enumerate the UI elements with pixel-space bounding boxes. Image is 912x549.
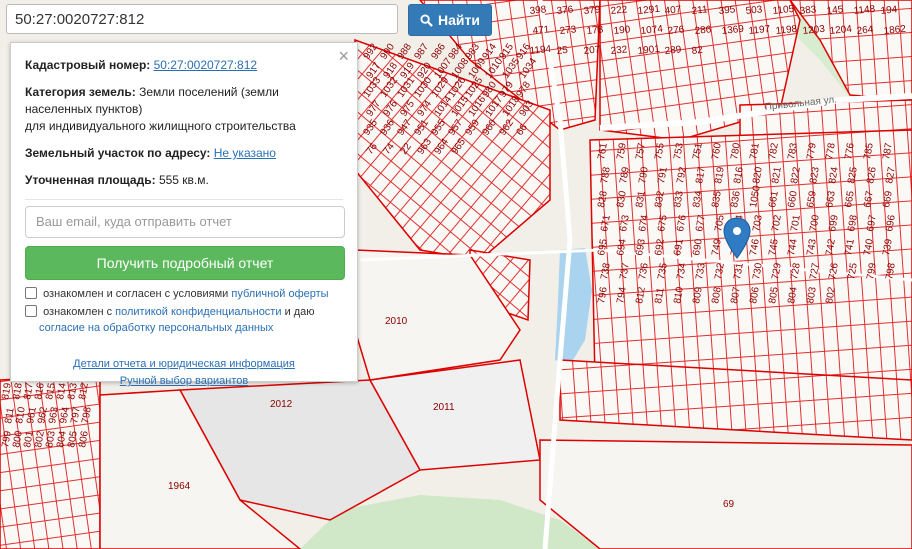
consent-privacy-mid: и даю — [284, 306, 315, 318]
plot-label: 398 — [529, 4, 547, 17]
plot-label: 286 — [694, 24, 712, 37]
plot-label: 25 — [556, 45, 569, 57]
plot-label: 273 — [559, 24, 577, 37]
plot-label: 503 — [745, 4, 763, 17]
plot-label: 395 — [718, 4, 736, 17]
plot-label: 190 — [613, 24, 631, 37]
parcel-block-bottom-left — [0, 374, 101, 549]
plot-label: 1197 — [748, 24, 771, 37]
bottom-links: Детали отчета и юридическая информация Р… — [25, 356, 343, 390]
area-label: Уточненная площадь: — [25, 173, 156, 187]
area-row: Уточненная площадь: 555 кв.м. — [25, 172, 343, 189]
plot-label-2010: 2010 — [385, 316, 408, 327]
search-icon — [420, 13, 433, 27]
plot-label: 145 — [826, 4, 844, 17]
plot-label: 194 — [880, 4, 898, 17]
public-offer-link[interactable]: публичной оферты — [231, 288, 328, 300]
plot-label: 471 — [532, 24, 550, 37]
land-category-value-2: населенных пунктов) — [25, 102, 143, 116]
plot-label-2012: 2012 — [270, 399, 293, 410]
cadastral-search-input[interactable]: 50:27:0020727:812 — [6, 4, 398, 34]
plot-label: 222 — [610, 4, 628, 17]
address-row: Земельный участок по адресу: Не указано — [25, 145, 343, 162]
land-category-value-3: для индивидуального жилищного строительс… — [25, 119, 296, 133]
plot-label: 82 — [691, 45, 704, 57]
plot-label-69: 69 — [723, 499, 735, 510]
plot-label: 178 — [586, 24, 604, 37]
email-input[interactable]: Ваш email, куда отправить отчет — [25, 206, 345, 238]
plot-label: 407 — [664, 4, 682, 17]
plot-label: 276 — [667, 24, 685, 37]
consent-privacy-text: ознакомлен с — [43, 306, 113, 318]
parcel-69 — [539, 439, 912, 549]
land-category-label: Категория земель: — [25, 85, 136, 99]
consent-offer-row: ознакомлен и согласен с условиями публич… — [25, 286, 343, 302]
cadastral-number-link[interactable]: 50:27:0020727:812 — [154, 58, 257, 72]
consent-privacy-row: ознакомлен с политикой конфиденциальност… — [25, 304, 343, 336]
plot-label: 289 — [664, 44, 682, 57]
parcel-info-panel: × Кадастровый номер: 50:27:0020727:812 К… — [10, 42, 358, 387]
address-link[interactable]: Не указано — [214, 146, 276, 160]
divider — [25, 199, 343, 200]
consent-privacy-checkbox[interactable] — [25, 305, 37, 317]
consent-offer-text: ознакомлен и согласен с условиями — [43, 288, 229, 300]
plot-label: 376 — [556, 4, 574, 17]
plot-label: 1194 — [529, 44, 552, 57]
address-label: Земельный участок по адресу: — [25, 146, 211, 160]
search-button-label: Найти — [438, 12, 480, 28]
privacy-policy-link[interactable]: политикой конфиденциальности — [115, 306, 281, 318]
plot-label: 383 — [799, 4, 817, 17]
personal-data-consent-link[interactable]: согласие на обработку персональных данны… — [25, 322, 273, 334]
plot-label: 207 — [583, 44, 601, 57]
land-category-value-1: Земли поселений (земли — [139, 85, 279, 99]
report-details-link[interactable]: Детали отчета и юридическая информация — [73, 358, 295, 370]
plot-label: 211 — [691, 4, 708, 17]
plot-label: 264 — [856, 24, 874, 37]
plot-label: 1198 — [775, 24, 798, 37]
manual-selection-link[interactable]: Ручной выбор вариантов — [120, 375, 248, 387]
area-value: 555 кв.м. — [158, 173, 209, 187]
plot-label: 1105 — [772, 4, 795, 17]
consent-offer-checkbox[interactable] — [25, 287, 37, 299]
get-report-button[interactable]: Получить подробный отчет — [25, 246, 345, 280]
plot-label: 232 — [610, 44, 628, 57]
land-category-row: Категория земель: Земли поселений (земли… — [25, 84, 343, 135]
cadastral-number-label: Кадастровый номер: — [25, 58, 151, 72]
plot-label-1964: 1964 — [168, 481, 191, 492]
plot-label-2011: 2011 — [433, 402, 455, 413]
plot-label: 379 — [583, 4, 601, 17]
plot-label: 1148 — [853, 4, 876, 17]
search-button[interactable]: Найти — [408, 4, 492, 36]
close-icon[interactable]: × — [338, 47, 349, 65]
cadastral-number-row: Кадастровый номер: 50:27:0020727:812 — [25, 57, 343, 74]
